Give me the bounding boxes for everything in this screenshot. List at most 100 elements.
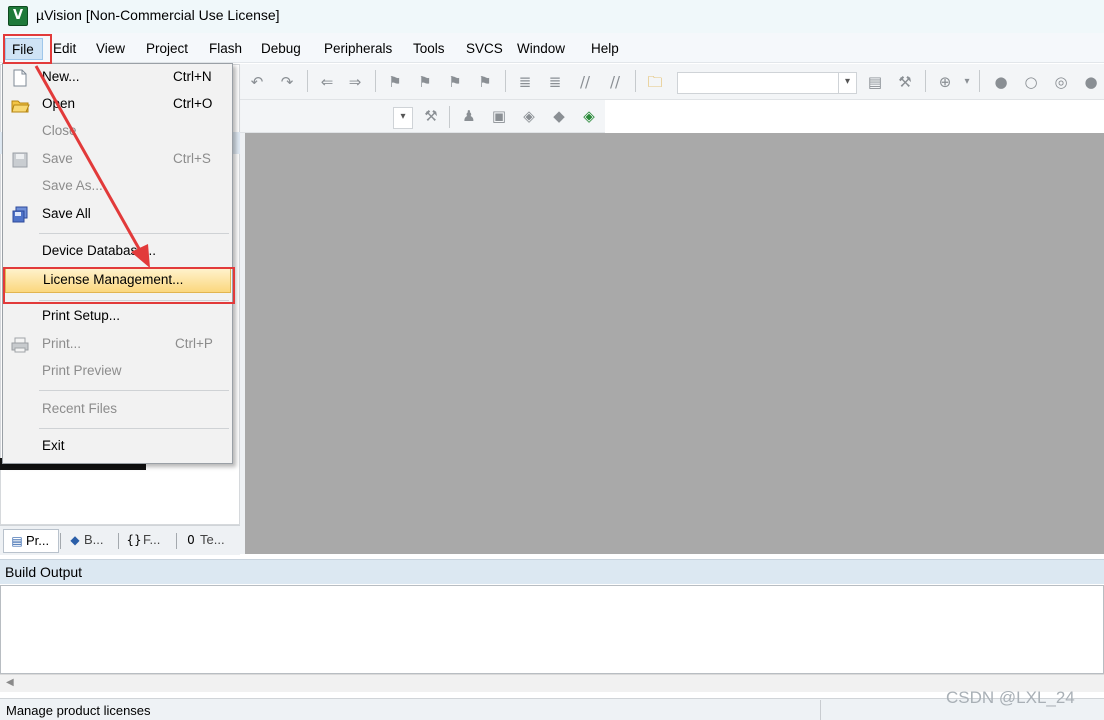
comment-icon[interactable]: // [575,72,595,92]
breakpoint-disable-all-icon[interactable]: ◎ [1051,72,1071,92]
chevron-down-icon[interactable]: ▾ [838,73,856,93]
tab-templates[interactable]: 0 Te... [178,529,236,553]
breakpoint-kill-all-icon[interactable]: ● [1081,72,1101,92]
debug-session-icon[interactable]: ⊕ [935,72,955,92]
find-in-files-icon[interactable]: 🗀 [645,72,665,92]
menu-item-close[interactable]: Close [3,119,232,145]
menu-help[interactable]: Help [591,38,619,60]
uncomment-icon[interactable]: // [605,72,625,92]
annotation-box-license [3,267,235,304]
editor-area[interactable] [245,133,1104,554]
menu-item-label: Device Database... [42,243,157,258]
build-output-scrollbar[interactable]: ◀ [0,674,1104,692]
menu-window[interactable]: Window [517,38,565,60]
menu-item-save[interactable]: Save Ctrl+S [3,147,232,173]
target-options-icon[interactable]: ⚒ [421,106,441,126]
menu-item-recent-files[interactable]: Recent Files [3,397,232,423]
window-title: µVision [Non-Commercial Use License] [36,7,280,23]
indent-icon[interactable]: ≣ [515,72,535,92]
tab-separator [60,533,61,549]
menu-item-shortcut: Ctrl+P [175,336,213,351]
toolbar-separator [307,70,308,92]
menu-item-label: Exit [42,438,65,453]
menu-item-device-database[interactable]: Device Database... [3,239,232,265]
title-bar: V µVision [Non-Commercial Use License] [0,0,1104,33]
menu-item-save-as[interactable]: Save As... [3,174,232,200]
tab-label: Pr... [26,533,50,548]
menu-separator [39,233,229,234]
menu-debug[interactable]: Debug [261,38,301,60]
menu-item-print-setup[interactable]: Print Setup... [3,304,232,330]
menu-item-label: Save [42,151,73,166]
bookmark-next-icon[interactable]: ⚑ [445,72,465,92]
menu-tools[interactable]: Tools [413,38,445,60]
breakpoint-enable-icon[interactable]: ○ [1021,72,1041,92]
tab-functions[interactable]: {}F... [121,529,175,553]
redo-icon[interactable]: ↷ [277,72,297,92]
find-icon[interactable]: ▤ [865,72,885,92]
toolbar-separator [505,70,506,92]
navigate-back-icon[interactable]: ⇐ [317,72,337,92]
menu-view[interactable]: View [96,38,125,60]
chevron-down-icon[interactable]: ▾ [394,108,412,128]
tab-label: B... [84,532,104,547]
target-combobox[interactable]: ▾ [393,107,413,129]
file-extensions-icon[interactable]: ▣ [489,106,509,126]
menu-separator [39,428,229,429]
menu-item-label: Print Setup... [42,308,121,323]
toolbar-main: ↶ ↷ ⇐ ⇒ ⚑ ⚑ ⚑ ⚑ ≣ ≣ // // 🗀 ▾ ▤ ⚒ ⊕ ▾ ● … [235,64,1104,100]
save-icon [12,152,28,168]
menu-item-label: Open [42,96,76,111]
open-folder-icon [11,100,30,113]
build-output-window[interactable] [0,585,1104,674]
menu-item-shortcut: Ctrl+S [173,151,211,166]
menu-item-open[interactable]: Open Ctrl+O [3,92,232,118]
menu-flash[interactable]: Flash [209,38,242,60]
tab-project[interactable]: ▤ Pr... [3,529,59,553]
bookmark-icon[interactable]: ⚑ [385,72,405,92]
breakpoint-insert-icon[interactable]: ● [991,72,1011,92]
pack-installer-icon[interactable]: ◆ [549,106,569,126]
project-panel-tabs: ▤ Pr... ◆ B... {}F... 0 Te... [0,525,240,555]
watermark: CSDN @LXL_24 [946,688,1075,707]
bookmark-previous-icon[interactable]: ⚑ [415,72,435,92]
build-output-header: Build Output [0,559,1104,584]
tab-books[interactable]: ◆ B... [62,529,116,553]
menu-item-label: Print... [42,336,82,351]
print-icon [11,337,29,353]
menu-item-shortcut: Ctrl+N [173,69,212,84]
navigate-forward-icon[interactable]: ⇒ [345,72,365,92]
menu-item-label: Recent Files [42,401,118,416]
bookmark-clear-icon[interactable]: ⚑ [475,72,495,92]
toolbar-separator [635,70,636,92]
menu-svcs[interactable]: SVCS [466,38,503,60]
build-output-title: Build Output [5,564,83,580]
run-time-environment-icon[interactable]: ◈ [579,106,599,126]
menu-item-print[interactable]: Print... Ctrl+P [3,332,232,358]
menu-item-print-preview[interactable]: Print Preview [3,359,232,385]
toolbar-separator [449,106,450,128]
scroll-left-icon[interactable]: ◀ [6,677,14,688]
menu-item-exit[interactable]: Exit [3,434,232,460]
select-software-packs-icon[interactable]: ◈ [519,106,539,126]
incremental-find-icon[interactable]: ⚒ [895,72,915,92]
menu-peripherals[interactable]: Peripherals [324,38,392,60]
menu-separator [39,390,229,391]
uvision-logo-icon: V [8,6,28,26]
unindent-icon[interactable]: ≣ [545,72,565,92]
menu-item-new[interactable]: New... Ctrl+N [3,65,232,91]
menu-item-label: Print Preview [42,363,122,378]
menu-item-label: Save As... [42,178,103,193]
menu-item-label: Close [42,123,77,138]
menu-project[interactable]: Project [146,38,188,60]
chevron-down-icon[interactable]: ▾ [957,72,977,92]
menu-edit[interactable]: Edit [53,38,76,60]
manage-components-icon[interactable]: ♟ [459,106,479,126]
tab-separator [118,533,119,549]
menu-item-shortcut: Ctrl+O [173,96,213,111]
menu-item-save-all[interactable]: Save All [3,202,232,228]
undo-icon[interactable]: ↶ [247,72,267,92]
books-icon: ◆ [70,533,80,547]
status-text: Manage product licenses [6,703,151,718]
find-combobox[interactable]: ▾ [677,72,857,94]
